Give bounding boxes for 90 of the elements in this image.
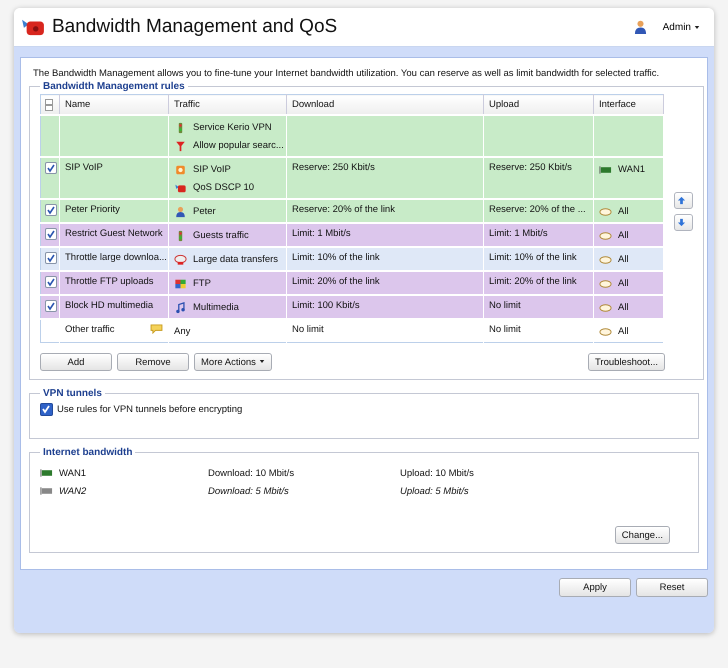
upload-value: Upload: 5 Mbit/s xyxy=(400,486,470,496)
action-button[interactable]: More Actions xyxy=(194,353,272,371)
upload-value: Limit: 10% of the link xyxy=(489,252,577,263)
upload-value: Limit: 1 Mbit/s xyxy=(489,228,548,239)
column-header[interactable]: Upload xyxy=(484,94,594,115)
upload-value: Reserve: 20% of the ... xyxy=(489,204,586,215)
traffic-label: Guests traffic xyxy=(193,230,249,241)
rule-name: Block HD multimedia xyxy=(65,300,154,311)
cloud-icon xyxy=(599,230,612,242)
comment-icon xyxy=(150,324,163,334)
intro-text: The Bandwidth Management allows you to fine-tune your Internet bandwidth utilization. You can reserve as well as limit bandwidth for selected traffic. xyxy=(33,68,660,79)
traffic-label: SIP VoIP xyxy=(193,164,231,175)
column-header[interactable]: Name xyxy=(60,94,168,115)
footer-button[interactable]: Reset xyxy=(636,578,708,597)
download-value: Download: 5 Mbit/s xyxy=(208,486,290,496)
interface-label: All xyxy=(618,278,629,289)
move-down-button[interactable] xyxy=(674,214,693,231)
checkbox[interactable] xyxy=(45,300,57,312)
move-up-button[interactable] xyxy=(674,192,693,209)
user-icon xyxy=(634,20,647,34)
upload-value: Limit: 20% of the link xyxy=(489,276,577,287)
arrow-up-icon xyxy=(677,196,686,205)
app-logo-icon xyxy=(20,17,46,37)
music-note-icon xyxy=(174,302,187,314)
checkbox[interactable] xyxy=(40,403,53,416)
interface-label: WAN1 xyxy=(618,164,646,175)
checkbox-label: Use rules for VPN tunnels before encrypting xyxy=(57,404,242,415)
download-value: Download: 10 Mbit/s xyxy=(208,468,296,478)
traffic-label: Allow popular searc... xyxy=(193,140,284,151)
upload-value: Reserve: 250 Kbit/s xyxy=(489,162,572,173)
upload-value: No limit xyxy=(489,324,521,335)
cloud-icon xyxy=(599,302,612,314)
download-value: Reserve: 20% of the link xyxy=(292,204,395,215)
interface-label: All xyxy=(618,230,629,241)
column-header[interactable]: Traffic xyxy=(168,94,286,115)
checkbox[interactable] xyxy=(45,204,57,216)
traffic-label: QoS DSCP 10 xyxy=(193,182,254,193)
rule-name: Peter Priority xyxy=(65,204,120,215)
caret-icon xyxy=(694,24,700,30)
rule-name: Other traffic xyxy=(65,324,114,335)
traffic-label: Peter xyxy=(193,206,216,217)
download-value: Limit: 20% of the link xyxy=(292,276,380,287)
traffic-label: FTP xyxy=(193,278,211,289)
rule-name: SIP VoIP xyxy=(65,162,103,173)
rule-name: Throttle FTP uploads xyxy=(65,276,154,287)
rule-name: Restrict Guest Network xyxy=(65,228,163,239)
network-card-icon xyxy=(599,164,612,176)
link-name: WAN2 xyxy=(59,486,86,496)
arrow-down-icon xyxy=(677,218,686,227)
checkbox[interactable] xyxy=(45,276,57,288)
user-menu[interactable]: Admin xyxy=(662,22,700,32)
cloud-icon xyxy=(599,206,612,218)
troubleshoot-button[interactable]: Troubleshoot... xyxy=(588,353,665,371)
section-title: Bandwidth Management rules xyxy=(42,81,186,92)
section-title: VPN tunnels xyxy=(42,388,103,399)
download-value: Limit: 1 Mbit/s xyxy=(292,228,351,239)
change-button[interactable]: Change... xyxy=(614,526,670,544)
cloud-icon xyxy=(599,326,612,338)
checkbox[interactable] xyxy=(45,228,57,240)
cloud-icon xyxy=(599,254,612,266)
download-value: Limit: 10% of the link xyxy=(292,252,380,263)
action-button[interactable]: Add xyxy=(40,353,112,371)
column-header[interactable]: Interface xyxy=(594,94,664,115)
download-value: No limit xyxy=(292,324,324,335)
download-value: Limit: 100 Kbit/s xyxy=(292,300,360,311)
action-button[interactable]: Remove xyxy=(117,353,189,371)
filter-icon xyxy=(174,140,187,152)
column-chooser-icon[interactable] xyxy=(45,98,53,110)
interface-label: All xyxy=(618,254,629,265)
checkbox[interactable] xyxy=(45,162,57,174)
traffic-label: Large data transfers xyxy=(193,254,278,265)
column-header[interactable]: Download xyxy=(286,94,484,115)
link-name: WAN1 xyxy=(59,468,86,478)
caret-icon xyxy=(258,359,265,364)
upload-value: Upload: 10 Mbit/s xyxy=(400,468,475,478)
user-icon xyxy=(174,206,187,218)
rule-name: Throttle large downloa... xyxy=(65,252,167,263)
upload-value: No limit xyxy=(489,300,521,311)
traffic-label: Multimedia xyxy=(193,302,239,313)
interface-label: All xyxy=(618,302,629,313)
page-title: Bandwidth Management and QoS xyxy=(52,16,338,38)
footer-button[interactable]: Apply xyxy=(559,578,631,597)
download-value: Reserve: 250 Kbit/s xyxy=(292,162,375,173)
traffic-label: Service Kerio VPN xyxy=(193,122,272,133)
cloud-icon xyxy=(599,278,612,290)
checkbox[interactable] xyxy=(45,252,57,264)
section-title: Internet bandwidth xyxy=(42,447,134,458)
traffic-label: Any xyxy=(174,326,190,337)
interface-label: All xyxy=(618,206,629,217)
interface-label: All xyxy=(618,326,629,337)
